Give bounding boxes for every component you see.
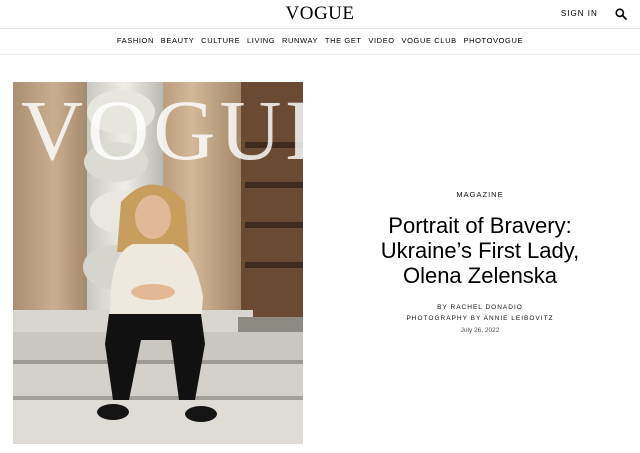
section-kicker[interactable]: MAGAZINE xyxy=(345,190,615,199)
article-intro: MAGAZINE Portrait of Bravery: Ukraine’s … xyxy=(345,190,615,334)
sign-in-link[interactable]: SIGN IN xyxy=(561,9,598,18)
nav-item-the-get[interactable]: THE GET xyxy=(325,36,362,45)
nav-item-culture[interactable]: CULTURE xyxy=(201,36,240,45)
nav-item-runway[interactable]: RUNWAY xyxy=(282,36,318,45)
byline: BY RACHEL DONADIO PHOTOGRAPHY BY ANNIE L… xyxy=(345,302,615,324)
article-headline: Portrait of Bravery: Ukraine’s First Lad… xyxy=(345,213,615,288)
headline-line: Olena Zelenska xyxy=(402,263,558,288)
cover-masthead: VOGUE xyxy=(21,82,303,178)
headline-line: Ukraine’s First Lady, xyxy=(380,238,580,263)
search-icon[interactable] xyxy=(614,7,628,21)
publish-date: July 26, 2022 xyxy=(460,327,500,334)
main-nav: FASHION BEAUTY CULTURE LIVING RUNWAY THE GET V… xyxy=(0,36,640,48)
vogue-logo[interactable]: VOGUE xyxy=(0,3,640,25)
nav-item-photovogue[interactable]: PHOTOVOGUE xyxy=(463,36,523,45)
cover-image[interactable]: VOGUE xyxy=(13,82,303,444)
nav-divider xyxy=(0,54,640,55)
nav-item-video[interactable]: VIDEO xyxy=(368,36,394,45)
headline-line: Portrait of Bravery: xyxy=(388,213,572,238)
nav-item-fashion[interactable]: FASHION xyxy=(117,36,154,45)
header-divider xyxy=(0,28,640,29)
nav-item-living[interactable]: LIVING xyxy=(247,36,275,45)
nav-item-beauty[interactable]: BEAUTY xyxy=(161,36,195,45)
nav-item-vogue-club[interactable]: VOGUE CLUB xyxy=(402,36,457,45)
photographer-byline[interactable]: PHOTOGRAPHY BY ANNIE LEIBOVITZ xyxy=(345,313,615,324)
author-byline[interactable]: BY RACHEL DONADIO xyxy=(345,302,615,313)
top-bar: VOGUE SIGN IN xyxy=(0,0,640,28)
